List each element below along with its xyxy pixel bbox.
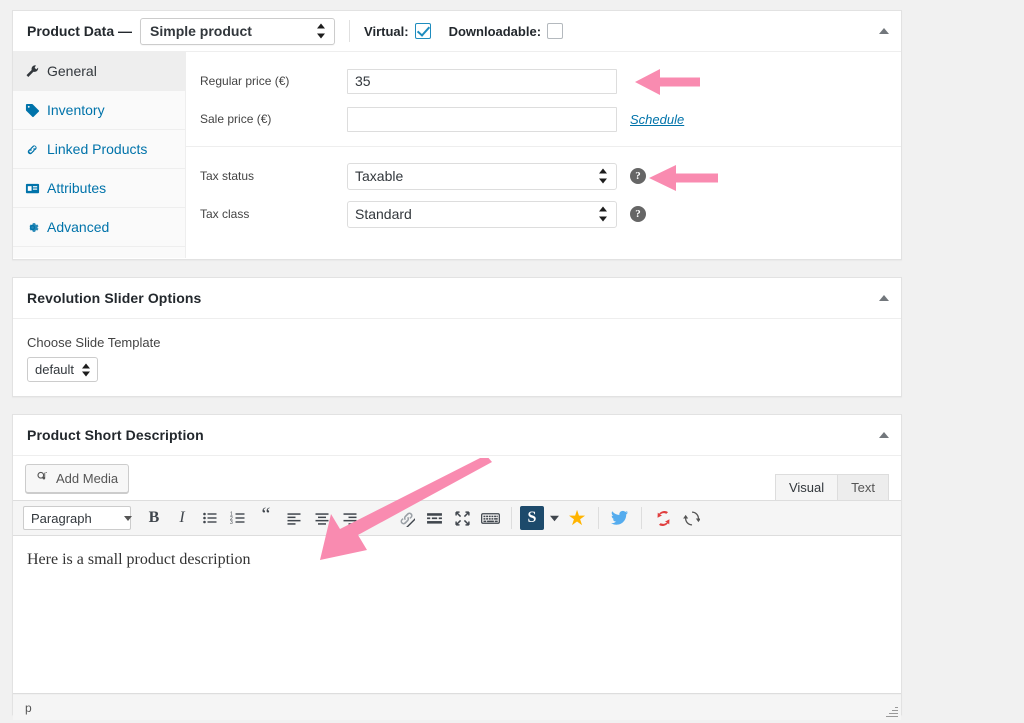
revolution-slider-panel: Revolution Slider Options Choose Slide T…: [12, 277, 902, 397]
tax-status-row: Tax status Taxable ?: [186, 157, 901, 195]
editor-mode-tabs: Visual Text: [774, 474, 889, 500]
sidebar-item-attributes[interactable]: Attributes: [13, 169, 185, 208]
undo-icon[interactable]: [650, 505, 676, 531]
sidebar-item-general[interactable]: General: [13, 52, 185, 91]
tag-icon: [25, 103, 47, 118]
blockquote-icon[interactable]: “: [253, 502, 279, 535]
product-data-tabs: General Inventory Linked Products Attrib…: [13, 52, 186, 258]
virtual-label: Virtual:: [364, 23, 409, 39]
collapse-panel-icon[interactable]: [879, 295, 889, 301]
insert-read-more-icon[interactable]: [421, 505, 447, 531]
bold-icon[interactable]: B: [141, 505, 167, 531]
product-type-select-wrap: Simple product: [140, 17, 336, 45]
sidebar-item-linked-products[interactable]: Linked Products: [13, 130, 185, 169]
sale-price-input[interactable]: [347, 106, 617, 132]
tax-class-select[interactable]: Standard: [347, 200, 617, 228]
star-icon[interactable]: ★: [564, 505, 590, 531]
product-data-body: General Inventory Linked Products Attrib…: [13, 52, 901, 258]
align-right-icon[interactable]: [337, 505, 363, 531]
editor-content-area[interactable]: Here is a small product description: [13, 536, 901, 694]
page-title: Product Data —: [27, 23, 133, 39]
tax-class-row: Tax class Standard ?: [186, 195, 901, 233]
bulleted-list-icon[interactable]: [197, 505, 223, 531]
unlink-icon[interactable]: [393, 505, 419, 531]
gear-icon: [25, 220, 47, 235]
tab-text[interactable]: Text: [837, 474, 889, 500]
tax-class-label: Tax class: [200, 207, 250, 221]
virtual-checkbox[interactable]: [414, 23, 431, 39]
pricing-field-group: Regular price (€) Sale price (€) Schedul…: [186, 52, 901, 146]
sidebar-item-label: General: [47, 63, 97, 79]
revolution-slider-header: Revolution Slider Options: [13, 278, 901, 319]
product-type-select[interactable]: Simple product: [140, 17, 336, 45]
general-tab-fields: Regular price (€) Sale price (€) Schedul…: [186, 52, 901, 258]
regular-price-input[interactable]: [347, 68, 617, 94]
shortcode-s-button[interactable]: S: [520, 506, 544, 530]
editor-top-bar: Add Media Visual Text: [13, 456, 901, 500]
italic-icon[interactable]: I: [169, 505, 195, 531]
add-media-label: Add Media: [56, 471, 119, 486]
align-left-icon[interactable]: [281, 505, 307, 531]
tax-status-select-wrap: Taxable: [347, 162, 617, 190]
tax-class-select-wrap: Standard: [347, 200, 617, 228]
collapse-panel-icon[interactable]: [879, 28, 889, 34]
product-data-header: Product Data — Simple product Virtual: D…: [13, 11, 901, 52]
screen: Product Data — Simple product Virtual: D…: [0, 0, 1024, 723]
resize-grip-icon[interactable]: [884, 704, 898, 718]
paragraph-format-select[interactable]: Paragraph: [23, 506, 131, 530]
product-data-panel: Product Data — Simple product Virtual: D…: [12, 10, 902, 260]
editor-toolbar: Paragraph B I 123 “ S ★: [13, 500, 901, 536]
revolution-slider-title: Revolution Slider Options: [27, 290, 202, 306]
shortcode-dropdown-icon[interactable]: [546, 505, 562, 531]
sale-price-label: Sale price (€): [200, 112, 272, 126]
collapse-panel-icon[interactable]: [879, 432, 889, 438]
svg-text:3: 3: [230, 520, 233, 526]
insert-link-icon[interactable]: [365, 505, 391, 531]
editor-status-bar: p: [13, 694, 901, 720]
header-divider: [349, 20, 351, 42]
redo-icon[interactable]: [678, 505, 704, 531]
tax-field-group: Tax status Taxable ? Tax class Standard …: [186, 146, 901, 241]
tax-class-help-icon[interactable]: ?: [630, 206, 646, 222]
tax-status-select[interactable]: Taxable: [347, 162, 617, 190]
tax-status-help-icon[interactable]: ?: [630, 168, 646, 184]
sidebar-item-advanced[interactable]: Advanced: [13, 208, 185, 247]
element-path: p: [25, 700, 32, 715]
choose-slide-template-label: Choose Slide Template: [27, 335, 161, 350]
sidebar-item-label: Attributes: [47, 180, 107, 196]
slide-template-select[interactable]: default: [27, 357, 98, 382]
paragraph-format-select-wrap: Paragraph: [23, 506, 139, 530]
slide-template-select-wrap: default: [27, 357, 98, 382]
product-short-description-panel: Product Short Description Add Media Visu…: [12, 414, 902, 720]
toolbar-divider: [511, 507, 512, 529]
downloadable-label: Downloadable:: [448, 23, 542, 39]
tab-visual[interactable]: Visual: [774, 474, 839, 500]
sidebar-item-label: Linked Products: [47, 141, 148, 157]
regular-price-label: Regular price (€): [200, 74, 290, 88]
sidebar-item-inventory[interactable]: Inventory: [13, 91, 185, 130]
align-center-icon[interactable]: [309, 505, 335, 531]
attributes-icon: [25, 181, 47, 196]
tax-status-label: Tax status: [200, 169, 255, 183]
numbered-list-icon[interactable]: 123: [225, 505, 251, 531]
keyboard-shortcuts-icon[interactable]: [477, 505, 503, 531]
revolution-slider-body: Choose Slide Template default: [13, 319, 901, 382]
regular-price-row: Regular price (€): [186, 62, 901, 100]
fullscreen-icon[interactable]: [449, 505, 475, 531]
short-description-header: Product Short Description: [13, 415, 901, 456]
sidebar-item-label: Inventory: [47, 102, 105, 118]
wrench-icon: [25, 64, 47, 79]
twitter-icon[interactable]: [607, 505, 633, 531]
schedule-link[interactable]: Schedule: [630, 112, 684, 127]
media-icon: [36, 470, 50, 487]
downloadable-checkbox[interactable]: [547, 23, 564, 39]
toolbar-divider: [598, 507, 599, 529]
link-icon: [25, 142, 47, 157]
short-description-title: Product Short Description: [27, 427, 204, 443]
toolbar-divider: [641, 507, 642, 529]
sale-price-row: Sale price (€) Schedule: [186, 100, 901, 138]
sidebar-item-label: Advanced: [47, 219, 110, 235]
add-media-button[interactable]: Add Media: [25, 464, 130, 493]
editor-paragraph: Here is a small product description: [27, 551, 251, 568]
